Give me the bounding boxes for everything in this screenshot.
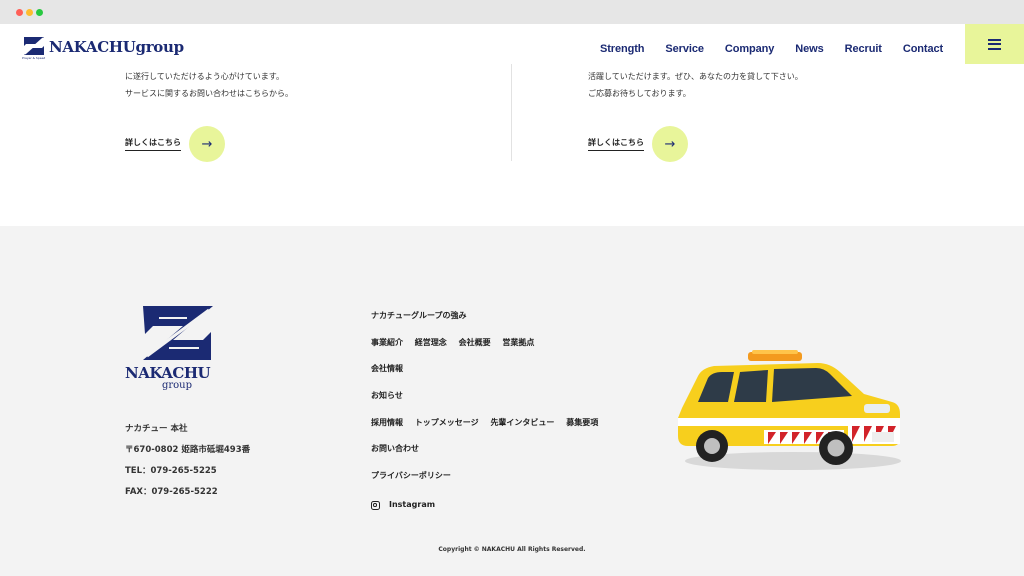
- footer-link-philosophy[interactable]: 経営理念: [415, 338, 447, 347]
- column-divider: [511, 64, 512, 161]
- window-close-dot[interactable]: [16, 9, 23, 16]
- footer-link-job-requirements[interactable]: 募集要項: [566, 418, 598, 427]
- footer-link-business[interactable]: 事業紹介: [371, 338, 403, 347]
- footer-link-offices[interactable]: 営業拠点: [502, 338, 534, 347]
- site-header: NAKACHUgroup Prayer & Speed Strength Ser…: [0, 24, 1024, 64]
- footer-link-top-message[interactable]: トップメッセージ: [415, 418, 479, 427]
- service-more-link[interactable]: 詳しくはこちら →: [125, 126, 225, 162]
- service-recruit-section: に遂行していただけるよう心がけています。 サービスに関するお問い合わせはこちらか…: [0, 64, 1024, 226]
- nakachu-logo-icon: [143, 306, 213, 360]
- arrow-right-icon: →: [652, 126, 688, 162]
- nav-strength[interactable]: Strength: [600, 43, 645, 55]
- footer-link-recruit[interactable]: 採用情報: [371, 418, 403, 427]
- footer-logo[interactable]: NAKACHU group: [125, 304, 229, 391]
- nav-contact[interactable]: Contact: [903, 43, 943, 55]
- hamburger-icon: [988, 38, 1001, 50]
- window-maximize-dot[interactable]: [36, 9, 43, 16]
- main-nav: Strength Service Company News Recruit Co…: [600, 43, 964, 55]
- phone-number[interactable]: TEL：079-265-5225: [125, 464, 250, 485]
- footer-link-company[interactable]: 会社情報: [371, 364, 403, 373]
- footer-links: ナカチューグループの強み 事業紹介 経営理念 会社概要 営業拠点 会社情報 お知…: [371, 310, 607, 519]
- company-address: ナカチュー 本社 〒670-0802 姫路市砥堀493番 TEL：079-265…: [125, 422, 250, 506]
- window-minimize-dot[interactable]: [26, 9, 33, 16]
- fax-number: FAX：079-265-5222: [125, 487, 218, 497]
- copyright: Copyright © NAKACHU All Rights Reserved.: [438, 546, 586, 553]
- company-name: ナカチュー 本社: [125, 424, 188, 434]
- arrow-right-icon: →: [189, 126, 225, 162]
- nakachu-logo-icon: [24, 37, 44, 55]
- footer-link-overview[interactable]: 会社概要: [459, 338, 491, 347]
- nav-recruit[interactable]: Recruit: [845, 43, 882, 55]
- footer-link-strength[interactable]: ナカチューグループの強み: [371, 311, 467, 320]
- logo-wordmark: NAKACHUgroup: [49, 38, 184, 56]
- postal-address: 〒670-0802 姫路市砥堀493番: [125, 445, 251, 455]
- recruit-description: 活躍していただけます。ぜひ、あなたの力を貸して下さい。 ご応募お待ちしております…: [588, 72, 803, 98]
- service-description: に遂行していただけるよう心がけています。 サービスに関するお問い合わせはこちらか…: [125, 72, 293, 98]
- footer-link-instagram[interactable]: Instagram: [371, 492, 607, 519]
- footer-link-interview[interactable]: 先輩インタビュー: [490, 418, 554, 427]
- patrol-car-image: [678, 350, 901, 470]
- nav-service[interactable]: Service: [665, 43, 704, 55]
- browser-chrome: [0, 0, 1024, 24]
- nav-news[interactable]: News: [795, 43, 823, 55]
- footer-link-privacy[interactable]: プライバシーポリシー: [371, 471, 451, 480]
- nav-company[interactable]: Company: [725, 43, 775, 55]
- header-logo[interactable]: NAKACHUgroup Prayer & Speed: [22, 36, 184, 60]
- site-footer: NAKACHU group ナカチュー 本社 〒670-0802 姫路市砥堀49…: [0, 226, 1024, 576]
- logo-tagline: Prayer & Speed: [22, 56, 46, 60]
- recruit-more-link[interactable]: 詳しくはこちら →: [588, 126, 688, 162]
- footer-link-news[interactable]: お知らせ: [371, 391, 403, 400]
- footer-link-contact[interactable]: お問い合わせ: [371, 444, 419, 453]
- instagram-icon: [371, 500, 380, 510]
- menu-button[interactable]: [965, 24, 1024, 64]
